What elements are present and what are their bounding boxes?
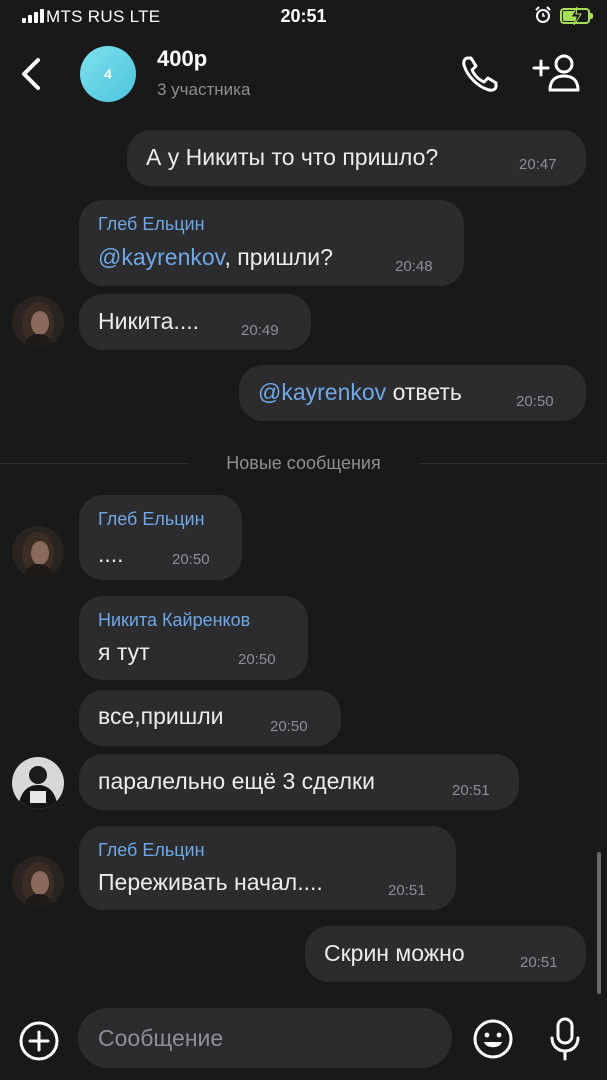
message-incoming[interactable]: Глеб Ельцин @kayrenkov, пришли? 20:48: [79, 200, 464, 286]
girl-avatar-icon: [12, 526, 64, 578]
message-time: 20:50: [172, 551, 210, 568]
message-outgoing[interactable]: Скрин можно 20:51: [305, 926, 586, 982]
chat-title[interactable]: 400р: [157, 46, 207, 72]
message-list[interactable]: А у Никиты то что пришло? 20:47 Глеб Ель…: [0, 118, 607, 998]
phone-icon[interactable]: [458, 52, 502, 96]
message-time: 20:50: [516, 393, 554, 410]
alarm-icon: [535, 6, 551, 23]
message-text: @kayrenkov, пришли?: [98, 244, 333, 270]
microphone-icon[interactable]: [546, 1016, 584, 1062]
message-incoming[interactable]: Никита.... 20:49: [79, 294, 311, 350]
message-input[interactable]: [78, 1008, 452, 1068]
chat-header: 4 400р 3 участника: [0, 34, 607, 118]
sender-name: Глеб Ельцин: [98, 509, 205, 529]
mention-link[interactable]: @kayrenkov: [258, 379, 386, 405]
message-incoming[interactable]: все,пришли 20:50: [79, 690, 341, 746]
battery-icon: [560, 7, 593, 25]
sender-name: Глеб Ельцин: [98, 214, 205, 234]
message-incoming[interactable]: Глеб Ельцин Переживать начал.... 20:51: [79, 826, 456, 910]
attach-plus-icon[interactable]: [18, 1020, 60, 1062]
sender-avatar[interactable]: [12, 757, 64, 809]
new-messages-divider: Новые сообщения: [0, 453, 607, 473]
scrollbar[interactable]: [597, 852, 601, 994]
composer-bar: [0, 998, 607, 1080]
message-time: 20:51: [388, 882, 426, 899]
message-time: 20:48: [395, 258, 433, 275]
back-chevron-icon[interactable]: [14, 54, 50, 94]
message-text: А у Никиты то что пришло?: [146, 144, 439, 170]
message-time: 20:50: [270, 718, 308, 735]
sender-name: Никита Кайренков: [98, 610, 251, 630]
message-text: я тут: [98, 639, 150, 665]
message-time: 20:50: [238, 651, 276, 668]
message-outgoing[interactable]: @kayrenkov ответь 20:50: [239, 365, 586, 421]
sender-avatar[interactable]: [12, 296, 64, 348]
message-text: Переживать начал....: [98, 869, 323, 895]
message-time: 20:49: [241, 322, 279, 339]
clock: 20:51: [280, 6, 327, 26]
mention-link[interactable]: @kayrenkov: [98, 244, 224, 270]
emoji-icon[interactable]: [472, 1018, 514, 1060]
boy-avatar-icon: [12, 757, 64, 809]
message-text: все,пришли: [98, 703, 224, 729]
message-time: 20:51: [520, 954, 558, 971]
status-bar: MTS RUS LTE 20:51: [0, 0, 607, 34]
message-text: Скрин можно: [324, 940, 465, 966]
message-time: 20:47: [519, 156, 557, 173]
message-text: @kayrenkov ответь: [258, 379, 462, 405]
divider-label: Новые сообщения: [226, 453, 381, 473]
message-text: паралельно ещё 3 сделки: [98, 768, 375, 794]
girl-avatar-icon: [12, 856, 64, 908]
message-text: Никита....: [98, 308, 199, 334]
message-time: 20:51: [452, 782, 490, 799]
add-participant-icon[interactable]: [530, 52, 582, 96]
sender-avatar[interactable]: [12, 856, 64, 908]
message-incoming[interactable]: Глеб Ельцин .... 20:50: [79, 495, 242, 580]
participants-count: 3 участника: [157, 80, 251, 99]
sender-avatar[interactable]: [12, 526, 64, 578]
message-outgoing[interactable]: А у Никиты то что пришло? 20:47: [127, 130, 586, 186]
sender-name: Глеб Ельцин: [98, 840, 205, 860]
message-incoming[interactable]: паралельно ещё 3 сделки 20:51: [79, 754, 519, 810]
group-avatar[interactable]: 4: [80, 46, 136, 102]
message-incoming[interactable]: Никита Кайренков я тут 20:50: [79, 596, 308, 680]
message-text: ....: [98, 541, 124, 567]
girl-avatar-icon: [12, 296, 64, 348]
